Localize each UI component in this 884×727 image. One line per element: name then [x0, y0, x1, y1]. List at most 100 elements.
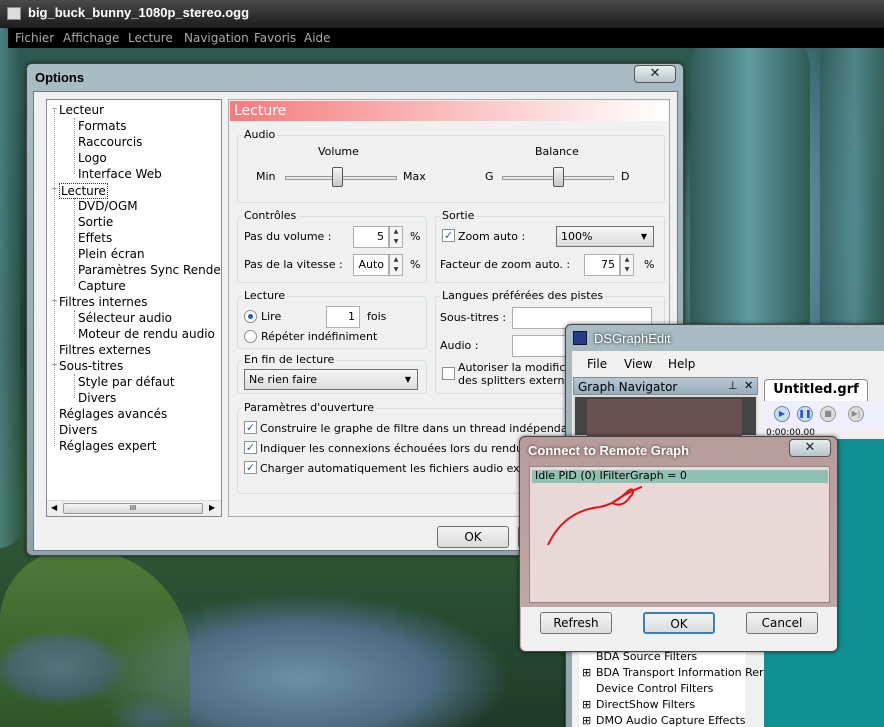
refresh-button[interactable]: Refresh — [540, 612, 612, 634]
pas-volume-spinner[interactable]: ▲ ▼ — [389, 226, 403, 248]
play-icon[interactable]: ▶ — [774, 406, 790, 422]
expand-icon[interactable]: ⊞ — [582, 666, 591, 679]
tree-expander-icon[interactable]: − — [50, 186, 59, 195]
scroll-right-icon[interactable]: ▶ — [209, 503, 215, 512]
tree-item-s-lecteur-audio[interactable]: Sélecteur audio — [78, 311, 172, 325]
facteur-zoom-input[interactable]: 75 — [584, 254, 620, 276]
menu-fichier[interactable]: Fichier — [15, 31, 54, 45]
audio-externes-label: Charger automatiquement les fichiers aud… — [260, 462, 555, 475]
pas-vitesse-spinner[interactable]: ▲ ▼ — [389, 254, 403, 276]
tree-expander-icon[interactable]: − — [50, 362, 59, 371]
menu-file[interactable]: File — [587, 357, 607, 371]
tree-item-r-glages-expert[interactable]: Réglages expert — [59, 439, 156, 453]
tree-item-r-glages-avanc-s[interactable]: Réglages avancés — [59, 407, 167, 421]
tree-item-param-tres-sync-rende[interactable]: Paramètres Sync Rende — [78, 263, 221, 277]
fin-lecture-select[interactable]: Ne rien faire ▼ — [244, 369, 418, 390]
pas-vitesse-input[interactable]: Auto — [353, 254, 389, 276]
zoom-auto-checkbox[interactable]: ✓ — [442, 229, 455, 242]
options-close-button[interactable]: ✕ — [634, 65, 676, 83]
tree-item-filtres-internes[interactable]: Filtres internes — [59, 295, 148, 309]
clapper-icon — [7, 7, 21, 20]
audio-externes-checkbox[interactable]: ✓ — [244, 461, 257, 474]
autoriser-checkbox[interactable] — [442, 367, 455, 380]
pas-vitesse-label: Pas de la vitesse : — [244, 258, 343, 271]
graph-navigator-header: Graph Navigator ⊥ ✕ — [573, 377, 758, 395]
connexions-checkbox[interactable]: ✓ — [244, 441, 257, 454]
zoom-auto-value: 100% — [561, 230, 593, 243]
lire-count-input[interactable]: 1 — [326, 306, 360, 328]
filter-item[interactable]: DMO Audio Capture Effects — [596, 714, 746, 727]
volume-slider[interactable] — [332, 167, 343, 187]
connect-ok-button[interactable]: OK — [643, 612, 715, 634]
tree-expander-icon[interactable]: − — [50, 298, 59, 307]
graph-navigator-view[interactable] — [573, 395, 758, 437]
connect-close-button[interactable]: ✕ — [789, 439, 831, 457]
tree-item-plein-cran[interactable]: Plein écran — [78, 247, 145, 261]
filter-item[interactable]: BDA Transport Information Rer — [596, 666, 764, 679]
connect-cancel-button[interactable]: Cancel — [746, 612, 818, 634]
filter-item[interactable]: DirectShow Filters — [596, 698, 695, 711]
red-annotation-scribble — [547, 486, 643, 546]
thread-checkbox[interactable]: ✓ — [244, 421, 257, 434]
menu-lecture[interactable]: Lecture — [128, 31, 173, 45]
filter-item[interactable]: Device Control Filters — [596, 682, 713, 695]
tree-item-lecteur[interactable]: Lecteur — [59, 103, 104, 117]
volume-label: Volume — [318, 145, 359, 158]
menu-aide[interactable]: Aide — [304, 31, 331, 45]
chevron-down-icon: ▼ — [640, 232, 647, 241]
lecture-group: Lecture Lire 1 fois Répéter indéfiniment — [237, 289, 427, 349]
tab-untitled-grf[interactable]: Untitled.grf — [764, 379, 868, 401]
tree-item-interface-web[interactable]: Interface Web — [78, 167, 162, 181]
facteur-zoom-spinner[interactable]: ▲ ▼ — [620, 254, 634, 276]
connexions-label: Indiquer les connexions échouées lors du… — [260, 442, 524, 455]
tree-item-formats[interactable]: Formats — [78, 119, 127, 133]
tree-item-logo[interactable]: Logo — [78, 151, 107, 165]
tree-item-effets[interactable]: Effets — [78, 231, 112, 245]
remote-graph-list: Idle PID (0) IFilterGraph = 0 — [529, 466, 830, 603]
scroll-thumb[interactable]: III — [63, 503, 203, 514]
tree-item-moteur-de-rendu-audio[interactable]: Moteur de rendu audio — [78, 327, 215, 341]
tree-item-divers[interactable]: Divers — [59, 423, 97, 437]
balance-slider[interactable] — [553, 167, 564, 187]
tree-item-style-par-d-faut[interactable]: Style par défaut — [78, 375, 175, 389]
tree-item-filtres-externes[interactable]: Filtres externes — [59, 343, 151, 357]
tree-expander-icon[interactable]: − — [50, 106, 59, 115]
pas-vitesse-unit: % — [410, 258, 421, 271]
repeter-radio[interactable] — [244, 330, 257, 343]
navigator-close-icon[interactable]: ✕ — [744, 379, 753, 392]
balance-label: Balance — [535, 145, 579, 158]
dsgraph-title: DSGraphEdit — [594, 331, 671, 346]
expand-icon[interactable]: ⊞ — [582, 714, 591, 727]
tree-item-lecture[interactable]: Lecture — [59, 183, 108, 199]
menu-navigation[interactable]: Navigation — [184, 31, 249, 45]
options-ok-button[interactable]: OK — [437, 526, 509, 548]
audio-group-label: Audio — [242, 128, 278, 141]
page-header: Lecture — [230, 101, 668, 121]
pas-volume-input[interactable]: 5 — [353, 226, 389, 248]
step-icon[interactable]: ▶| — [848, 406, 864, 422]
scroll-left-icon[interactable]: ◀ — [51, 503, 57, 512]
menu-view[interactable]: View — [624, 357, 652, 371]
soustitres-label: Sous-titres : — [440, 311, 507, 324]
tree-item-divers[interactable]: Divers — [78, 391, 116, 405]
tree-item-sous-titres[interactable]: Sous-titres — [59, 359, 123, 373]
menu-favoris[interactable]: Favoris — [254, 31, 296, 45]
tree-item-dvd-ogm[interactable]: DVD/OGM — [78, 199, 138, 213]
audio-group: Audio Volume Min Max Balance G D — [237, 128, 665, 203]
menu-help[interactable]: Help — [668, 357, 695, 371]
audio-lang-label: Audio : — [440, 339, 479, 352]
lire-radio[interactable] — [244, 310, 257, 323]
tree-hscrollbar[interactable]: ◀ III ▶ — [47, 500, 221, 516]
menu-affichage[interactable]: Affichage — [63, 31, 119, 45]
pin-icon[interactable]: ⊥ — [728, 379, 738, 392]
tree-item-sortie[interactable]: Sortie — [78, 215, 113, 229]
stop-icon[interactable]: ■ — [820, 406, 836, 422]
zoom-auto-select[interactable]: 100% ▼ — [556, 226, 654, 247]
fin-lecture-group: En fin de lecture Ne rien faire ▼ — [237, 353, 427, 394]
connect-remote-dialog: Connect to Remote Graph ✕ Idle PID (0) I… — [519, 436, 838, 652]
expand-icon[interactable]: ⊞ — [582, 698, 591, 711]
tree-item-raccourcis[interactable]: Raccourcis — [78, 135, 142, 149]
pause-icon[interactable]: ❚❚ — [797, 406, 813, 422]
tree-item-capture[interactable]: Capture — [78, 279, 126, 293]
graph-navigator-label: Graph Navigator — [578, 380, 678, 394]
